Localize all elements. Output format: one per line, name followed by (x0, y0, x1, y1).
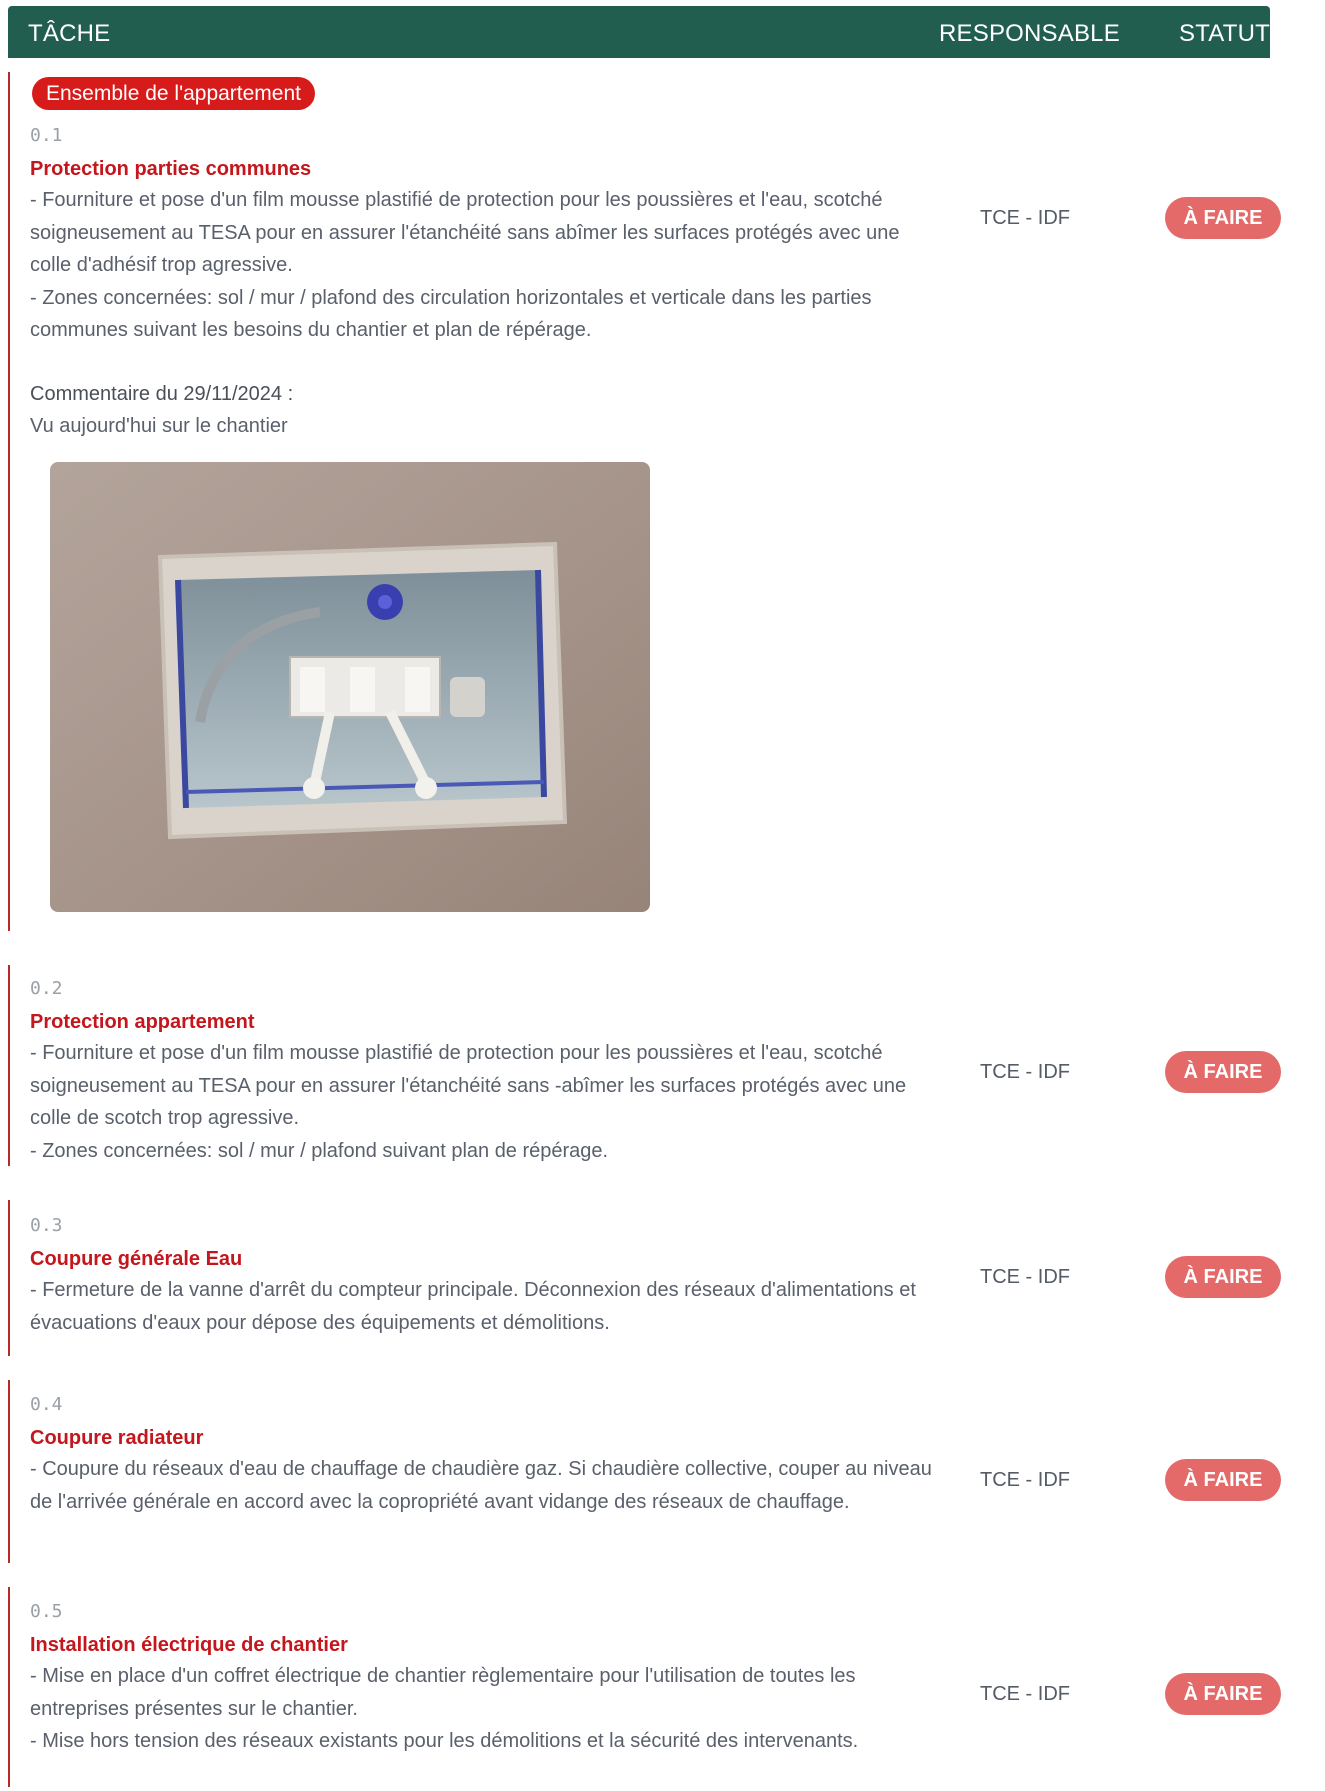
task-row[interactable]: 0.2 Protection appartement - Fourniture … (8, 965, 1281, 1166)
task-description: - Fourniture et pose d'un film mousse pl… (30, 189, 900, 341)
comment-heading: Commentaire du 29/11/2024 : (30, 383, 294, 405)
comment-text: Vu aujourd'hui sur le chantier (30, 415, 288, 437)
task-description: - Mise en place d'un coffret électrique … (30, 1665, 859, 1752)
status-badge[interactable]: À FAIRE (1165, 1459, 1281, 1501)
status-badge[interactable]: À FAIRE (1165, 1051, 1281, 1093)
status-badge[interactable]: À FAIRE (1165, 1256, 1281, 1298)
status-badge[interactable]: À FAIRE (1165, 197, 1281, 239)
task-row[interactable]: 0.3 Coupure générale Eau - Fermeture de … (8, 1200, 1281, 1356)
task-number: 0.1 (30, 125, 63, 146)
task-title: Coupure radiateur (30, 1427, 204, 1449)
column-header-task: TÂCHE (28, 20, 111, 47)
task-description: - Fermeture de la vanne d'arrêt du compt… (30, 1279, 916, 1334)
task-description: - Coupure du réseaux d'eau de chauffage … (30, 1458, 932, 1513)
column-header-responsible: RESPONSABLE (939, 20, 1120, 47)
task-row[interactable]: Ensemble de l'appartement 0.1 Protection… (8, 72, 1281, 931)
column-header-status: STATUT (1179, 20, 1270, 47)
task-description: - Fourniture et pose d'un film mousse pl… (30, 1042, 907, 1162)
table-header: TÂCHE RESPONSABLE STATUT (8, 6, 1270, 58)
task-number: 0.5 (30, 1601, 63, 1622)
task-number: 0.3 (30, 1215, 63, 1236)
task-number: 0.4 (30, 1394, 63, 1415)
task-number: 0.2 (30, 978, 63, 999)
task-row[interactable]: 0.4 Coupure radiateur - Coupure du résea… (8, 1380, 1281, 1563)
site-photo[interactable] (50, 462, 650, 912)
task-row[interactable]: 0.5 Installation électrique de chantier … (8, 1587, 1281, 1787)
task-responsible: TCE - IDF (980, 1266, 1070, 1288)
task-title: Protection parties communes (30, 158, 312, 180)
task-title: Coupure générale Eau (30, 1248, 243, 1270)
status-badge[interactable]: À FAIRE (1165, 1673, 1281, 1715)
group-label: Ensemble de l'appartement (32, 77, 315, 110)
task-responsible: TCE - IDF (980, 1683, 1070, 1705)
task-title: Protection appartement (30, 1011, 255, 1033)
task-responsible: TCE - IDF (980, 207, 1070, 229)
task-title: Installation électrique de chantier (30, 1634, 348, 1656)
task-responsible: TCE - IDF (980, 1469, 1070, 1491)
site-photo-image (50, 462, 650, 912)
task-responsible: TCE - IDF (980, 1061, 1070, 1083)
